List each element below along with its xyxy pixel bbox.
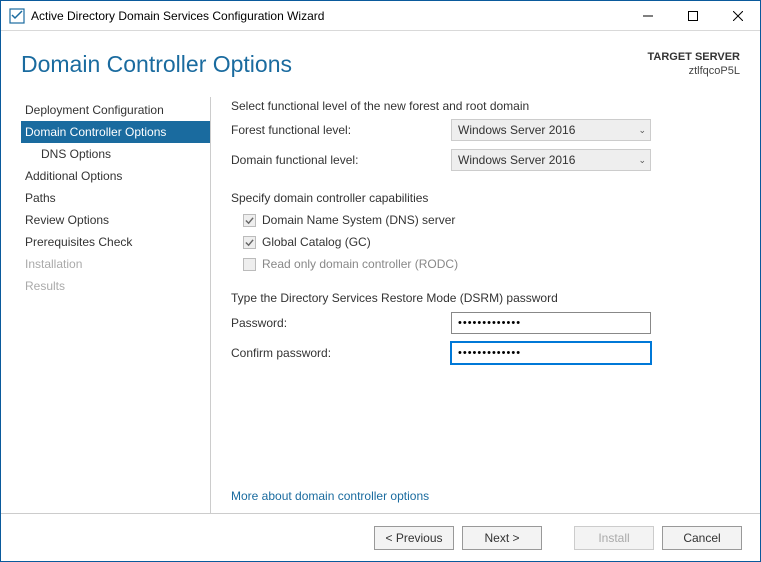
titlebar: Active Directory Domain Services Configu… (1, 1, 760, 31)
step-installation: Installation (21, 253, 210, 275)
forest-level-dropdown[interactable]: Windows Server 2016 ⌄ (451, 119, 651, 141)
password-input[interactable] (451, 312, 651, 334)
domain-level-label: Domain functional level: (231, 153, 451, 167)
target-server-value: ztlfqcoP5L (648, 64, 741, 78)
gc-checkbox (243, 236, 256, 249)
more-about-link[interactable]: More about domain controller options (231, 489, 429, 503)
window-buttons (625, 1, 760, 30)
next-button[interactable]: Next > (462, 526, 542, 550)
app-icon (9, 8, 25, 24)
minimize-button[interactable] (625, 1, 670, 30)
maximize-button[interactable] (670, 1, 715, 30)
forest-level-label: Forest functional level: (231, 123, 451, 137)
step-deployment-config[interactable]: Deployment Configuration (21, 99, 210, 121)
forest-level-value: Windows Server 2016 (458, 123, 575, 137)
section-functional-level: Select functional level of the new fores… (231, 99, 732, 113)
step-paths[interactable]: Paths (21, 187, 210, 209)
target-server-label: TARGET SERVER (648, 50, 741, 64)
section-dsrm: Type the Directory Services Restore Mode… (231, 291, 732, 305)
chevron-down-icon: ⌄ (638, 155, 646, 166)
header: Domain Controller Options TARGET SERVER … (1, 31, 760, 97)
install-button: Install (574, 526, 654, 550)
close-button[interactable] (715, 1, 760, 30)
section-capabilities: Specify domain controller capabilities (231, 191, 732, 205)
footer: < Previous Next > Install Cancel (1, 513, 760, 561)
body: Deployment Configuration Domain Controll… (1, 97, 760, 513)
confirm-password-label: Confirm password: (231, 346, 451, 360)
confirm-password-input[interactable] (451, 342, 651, 364)
step-domain-controller-options[interactable]: Domain Controller Options (21, 121, 210, 143)
gc-checkbox-label: Global Catalog (GC) (262, 235, 371, 249)
previous-button[interactable]: < Previous (374, 526, 454, 550)
domain-level-value: Windows Server 2016 (458, 153, 575, 167)
main-panel: Select functional level of the new fores… (211, 97, 760, 513)
domain-level-dropdown[interactable]: Windows Server 2016 ⌄ (451, 149, 651, 171)
password-label: Password: (231, 316, 451, 330)
step-results: Results (21, 275, 210, 297)
step-dns-options[interactable]: DNS Options (21, 143, 210, 165)
rodc-checkbox (243, 258, 256, 271)
target-server: TARGET SERVER ztlfqcoP5L (648, 50, 741, 79)
cancel-button[interactable]: Cancel (662, 526, 742, 550)
window-title: Active Directory Domain Services Configu… (31, 9, 625, 23)
rodc-checkbox-label: Read only domain controller (RODC) (262, 257, 458, 271)
step-prerequisites-check[interactable]: Prerequisites Check (21, 231, 210, 253)
wizard-steps: Deployment Configuration Domain Controll… (21, 97, 211, 513)
step-review-options[interactable]: Review Options (21, 209, 210, 231)
page-title: Domain Controller Options (21, 51, 292, 78)
step-additional-options[interactable]: Additional Options (21, 165, 210, 187)
chevron-down-icon: ⌄ (638, 125, 646, 136)
dns-checkbox (243, 214, 256, 227)
dns-checkbox-label: Domain Name System (DNS) server (262, 213, 455, 227)
